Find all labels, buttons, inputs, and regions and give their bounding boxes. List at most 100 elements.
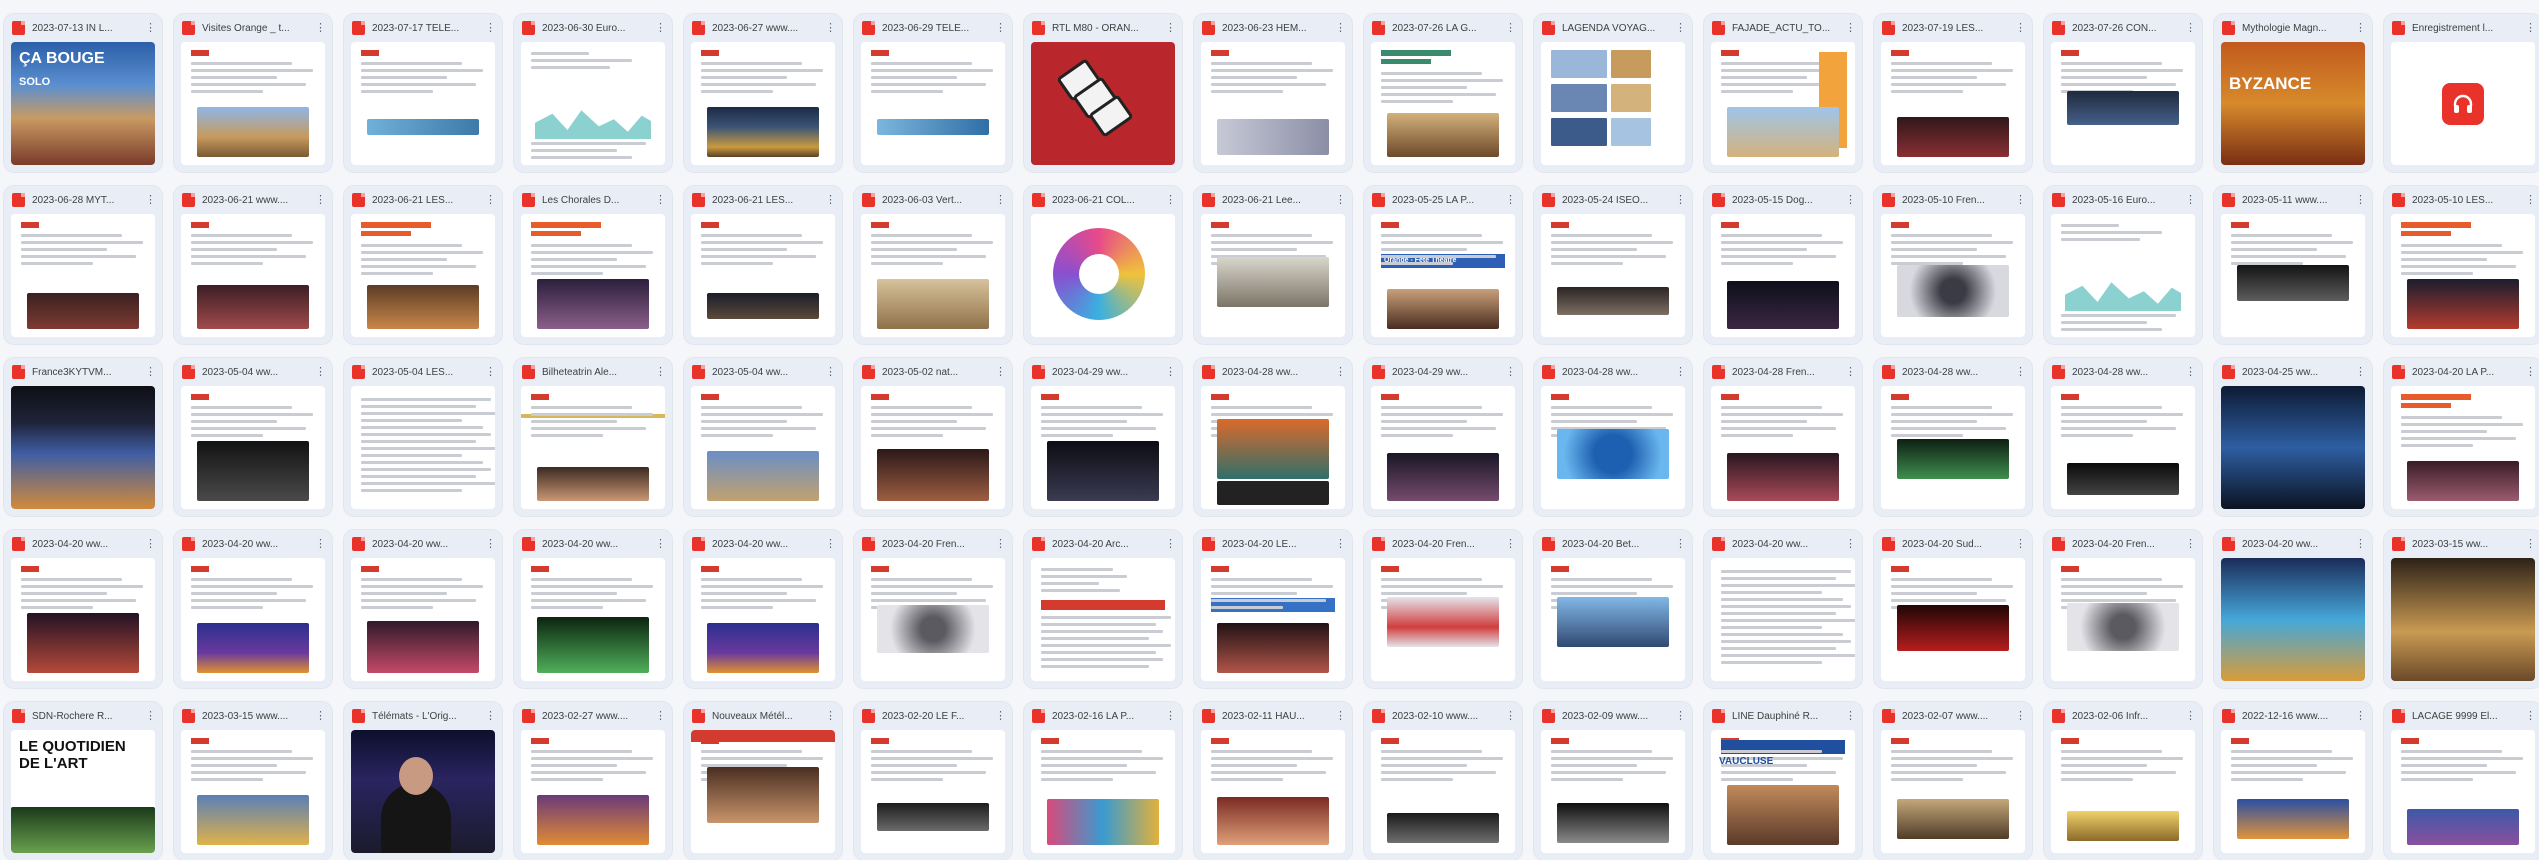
- file-thumbnail[interactable]: [2391, 214, 2535, 337]
- more-vert-icon[interactable]: ⋮: [144, 23, 156, 34]
- file-card[interactable]: 2023-03-15 www.... ⋮: [174, 702, 332, 860]
- file-thumbnail[interactable]: [521, 558, 665, 681]
- file-thumbnail[interactable]: [1881, 730, 2025, 853]
- file-card[interactable]: 2023-04-20 ww... ⋮: [514, 530, 672, 688]
- file-card[interactable]: 2023-07-26 CON... ⋮: [2044, 14, 2202, 172]
- file-thumbnail[interactable]: [861, 558, 1005, 681]
- file-card[interactable]: RTL M80 - ORAN... ⋮: [1024, 14, 1182, 172]
- file-thumbnail[interactable]: [1371, 386, 1515, 509]
- file-card[interactable]: 2023-02-06 Infr... ⋮: [2044, 702, 2202, 860]
- file-thumbnail[interactable]: [1711, 558, 1855, 681]
- file-thumbnail[interactable]: [1541, 730, 1685, 853]
- file-card[interactable]: 2023-04-20 Arc... ⋮: [1024, 530, 1182, 688]
- file-thumbnail[interactable]: [1711, 42, 1855, 165]
- file-thumbnail[interactable]: [2391, 386, 2535, 509]
- file-card[interactable]: 2023-04-28 ww... ⋮: [2044, 358, 2202, 516]
- file-card[interactable]: 2023-04-20 ww... ⋮: [174, 530, 332, 688]
- file-thumbnail[interactable]: [1541, 214, 1685, 337]
- file-thumbnail[interactable]: [2051, 386, 2195, 509]
- file-thumbnail[interactable]: BYZANCE: [2221, 42, 2365, 165]
- file-thumbnail[interactable]: [1711, 214, 1855, 337]
- file-thumbnail[interactable]: [2051, 730, 2195, 853]
- file-thumbnail[interactable]: [1201, 42, 1345, 165]
- more-vert-icon[interactable]: ⋮: [994, 367, 1006, 378]
- file-card[interactable]: 2023-02-11 HAU... ⋮: [1194, 702, 1352, 860]
- more-vert-icon[interactable]: ⋮: [824, 367, 836, 378]
- file-card[interactable]: Mythologie Magn... ⋮ BYZANCE: [2214, 14, 2372, 172]
- file-card[interactable]: 2023-05-11 www.... ⋮: [2214, 186, 2372, 344]
- file-thumbnail[interactable]: [691, 214, 835, 337]
- more-vert-icon[interactable]: ⋮: [1844, 195, 1856, 206]
- file-card[interactable]: 2023-06-28 MYT... ⋮: [4, 186, 162, 344]
- more-vert-icon[interactable]: ⋮: [1504, 23, 1516, 34]
- file-thumbnail[interactable]: [1201, 558, 1345, 681]
- file-card[interactable]: 2023-04-25 ww... ⋮: [2214, 358, 2372, 516]
- file-card[interactable]: 2023-04-20 ww... ⋮: [344, 530, 502, 688]
- more-vert-icon[interactable]: ⋮: [994, 539, 1006, 550]
- file-card[interactable]: 2023-06-27 www.... ⋮: [684, 14, 842, 172]
- file-thumbnail[interactable]: [521, 214, 665, 337]
- file-card[interactable]: 2023-06-23 HEM... ⋮: [1194, 14, 1352, 172]
- more-vert-icon[interactable]: ⋮: [144, 539, 156, 550]
- more-vert-icon[interactable]: ⋮: [1164, 23, 1176, 34]
- file-card[interactable]: 2023-02-09 www.... ⋮: [1534, 702, 1692, 860]
- more-vert-icon[interactable]: ⋮: [2354, 711, 2366, 722]
- file-card[interactable]: LACAGE 9999 El... ⋮: [2384, 702, 2539, 860]
- file-card[interactable]: 2023-06-03 Vert... ⋮: [854, 186, 1012, 344]
- more-vert-icon[interactable]: ⋮: [2184, 195, 2196, 206]
- file-thumbnail[interactable]: [1031, 386, 1175, 509]
- more-vert-icon[interactable]: ⋮: [144, 711, 156, 722]
- file-card[interactable]: 2023-02-07 www.... ⋮: [1874, 702, 2032, 860]
- file-thumbnail[interactable]: [2221, 558, 2365, 681]
- file-card[interactable]: Nouveaux Métél... ⋮: [684, 702, 842, 860]
- more-vert-icon[interactable]: ⋮: [1674, 367, 1686, 378]
- more-vert-icon[interactable]: ⋮: [1674, 195, 1686, 206]
- more-vert-icon[interactable]: ⋮: [2524, 195, 2536, 206]
- file-card[interactable]: 2023-04-28 ww... ⋮: [1534, 358, 1692, 516]
- more-vert-icon[interactable]: ⋮: [1674, 23, 1686, 34]
- file-card[interactable]: 2023-04-28 ww... ⋮: [1874, 358, 2032, 516]
- file-thumbnail[interactable]: [11, 558, 155, 681]
- file-card[interactable]: 2023-06-21 LES... ⋮: [344, 186, 502, 344]
- file-card[interactable]: 2023-04-20 Fren... ⋮: [854, 530, 1012, 688]
- file-card[interactable]: 2023-07-13 IN L... ⋮ ÇA BOUGE SOLO: [4, 14, 162, 172]
- more-vert-icon[interactable]: ⋮: [1334, 367, 1346, 378]
- more-vert-icon[interactable]: ⋮: [654, 23, 666, 34]
- more-vert-icon[interactable]: ⋮: [1164, 195, 1176, 206]
- file-card[interactable]: LAGENDA VOYAG... ⋮: [1534, 14, 1692, 172]
- more-vert-icon[interactable]: ⋮: [1334, 23, 1346, 34]
- more-vert-icon[interactable]: ⋮: [2014, 367, 2026, 378]
- file-card[interactable]: 2023-06-21 Lee... ⋮: [1194, 186, 1352, 344]
- more-vert-icon[interactable]: ⋮: [1844, 23, 1856, 34]
- file-thumbnail[interactable]: [351, 558, 495, 681]
- file-thumbnail[interactable]: [1881, 386, 2025, 509]
- more-vert-icon[interactable]: ⋮: [2524, 367, 2536, 378]
- more-vert-icon[interactable]: ⋮: [1504, 711, 1516, 722]
- file-thumbnail[interactable]: [351, 214, 495, 337]
- file-thumbnail[interactable]: [691, 558, 835, 681]
- more-vert-icon[interactable]: ⋮: [2184, 23, 2196, 34]
- more-vert-icon[interactable]: ⋮: [484, 711, 496, 722]
- more-vert-icon[interactable]: ⋮: [1164, 539, 1176, 550]
- file-card[interactable]: SDN-Rochere R... ⋮ LE QUOTIDIEN DE L'ART: [4, 702, 162, 860]
- more-vert-icon[interactable]: ⋮: [1334, 711, 1346, 722]
- file-thumbnail[interactable]: [1711, 386, 1855, 509]
- more-vert-icon[interactable]: ⋮: [484, 367, 496, 378]
- more-vert-icon[interactable]: ⋮: [1504, 195, 1516, 206]
- more-vert-icon[interactable]: ⋮: [144, 367, 156, 378]
- file-card[interactable]: 2023-06-21 COL... ⋮: [1024, 186, 1182, 344]
- file-card[interactable]: 2023-05-10 Fren... ⋮: [1874, 186, 2032, 344]
- file-card[interactable]: 2023-04-28 Fren... ⋮: [1704, 358, 1862, 516]
- more-vert-icon[interactable]: ⋮: [2524, 539, 2536, 550]
- file-thumbnail[interactable]: [1371, 558, 1515, 681]
- file-card[interactable]: 2023-02-10 www.... ⋮: [1364, 702, 1522, 860]
- file-thumbnail[interactable]: [691, 386, 835, 509]
- more-vert-icon[interactable]: ⋮: [654, 711, 666, 722]
- file-card[interactable]: 2023-04-20 LE... ⋮: [1194, 530, 1352, 688]
- file-thumbnail[interactable]: [11, 386, 155, 509]
- file-thumbnail[interactable]: [2391, 42, 2535, 165]
- file-thumbnail[interactable]: [1031, 42, 1175, 165]
- file-thumbnail[interactable]: [861, 386, 1005, 509]
- more-vert-icon[interactable]: ⋮: [2184, 539, 2196, 550]
- file-thumbnail[interactable]: [1371, 730, 1515, 853]
